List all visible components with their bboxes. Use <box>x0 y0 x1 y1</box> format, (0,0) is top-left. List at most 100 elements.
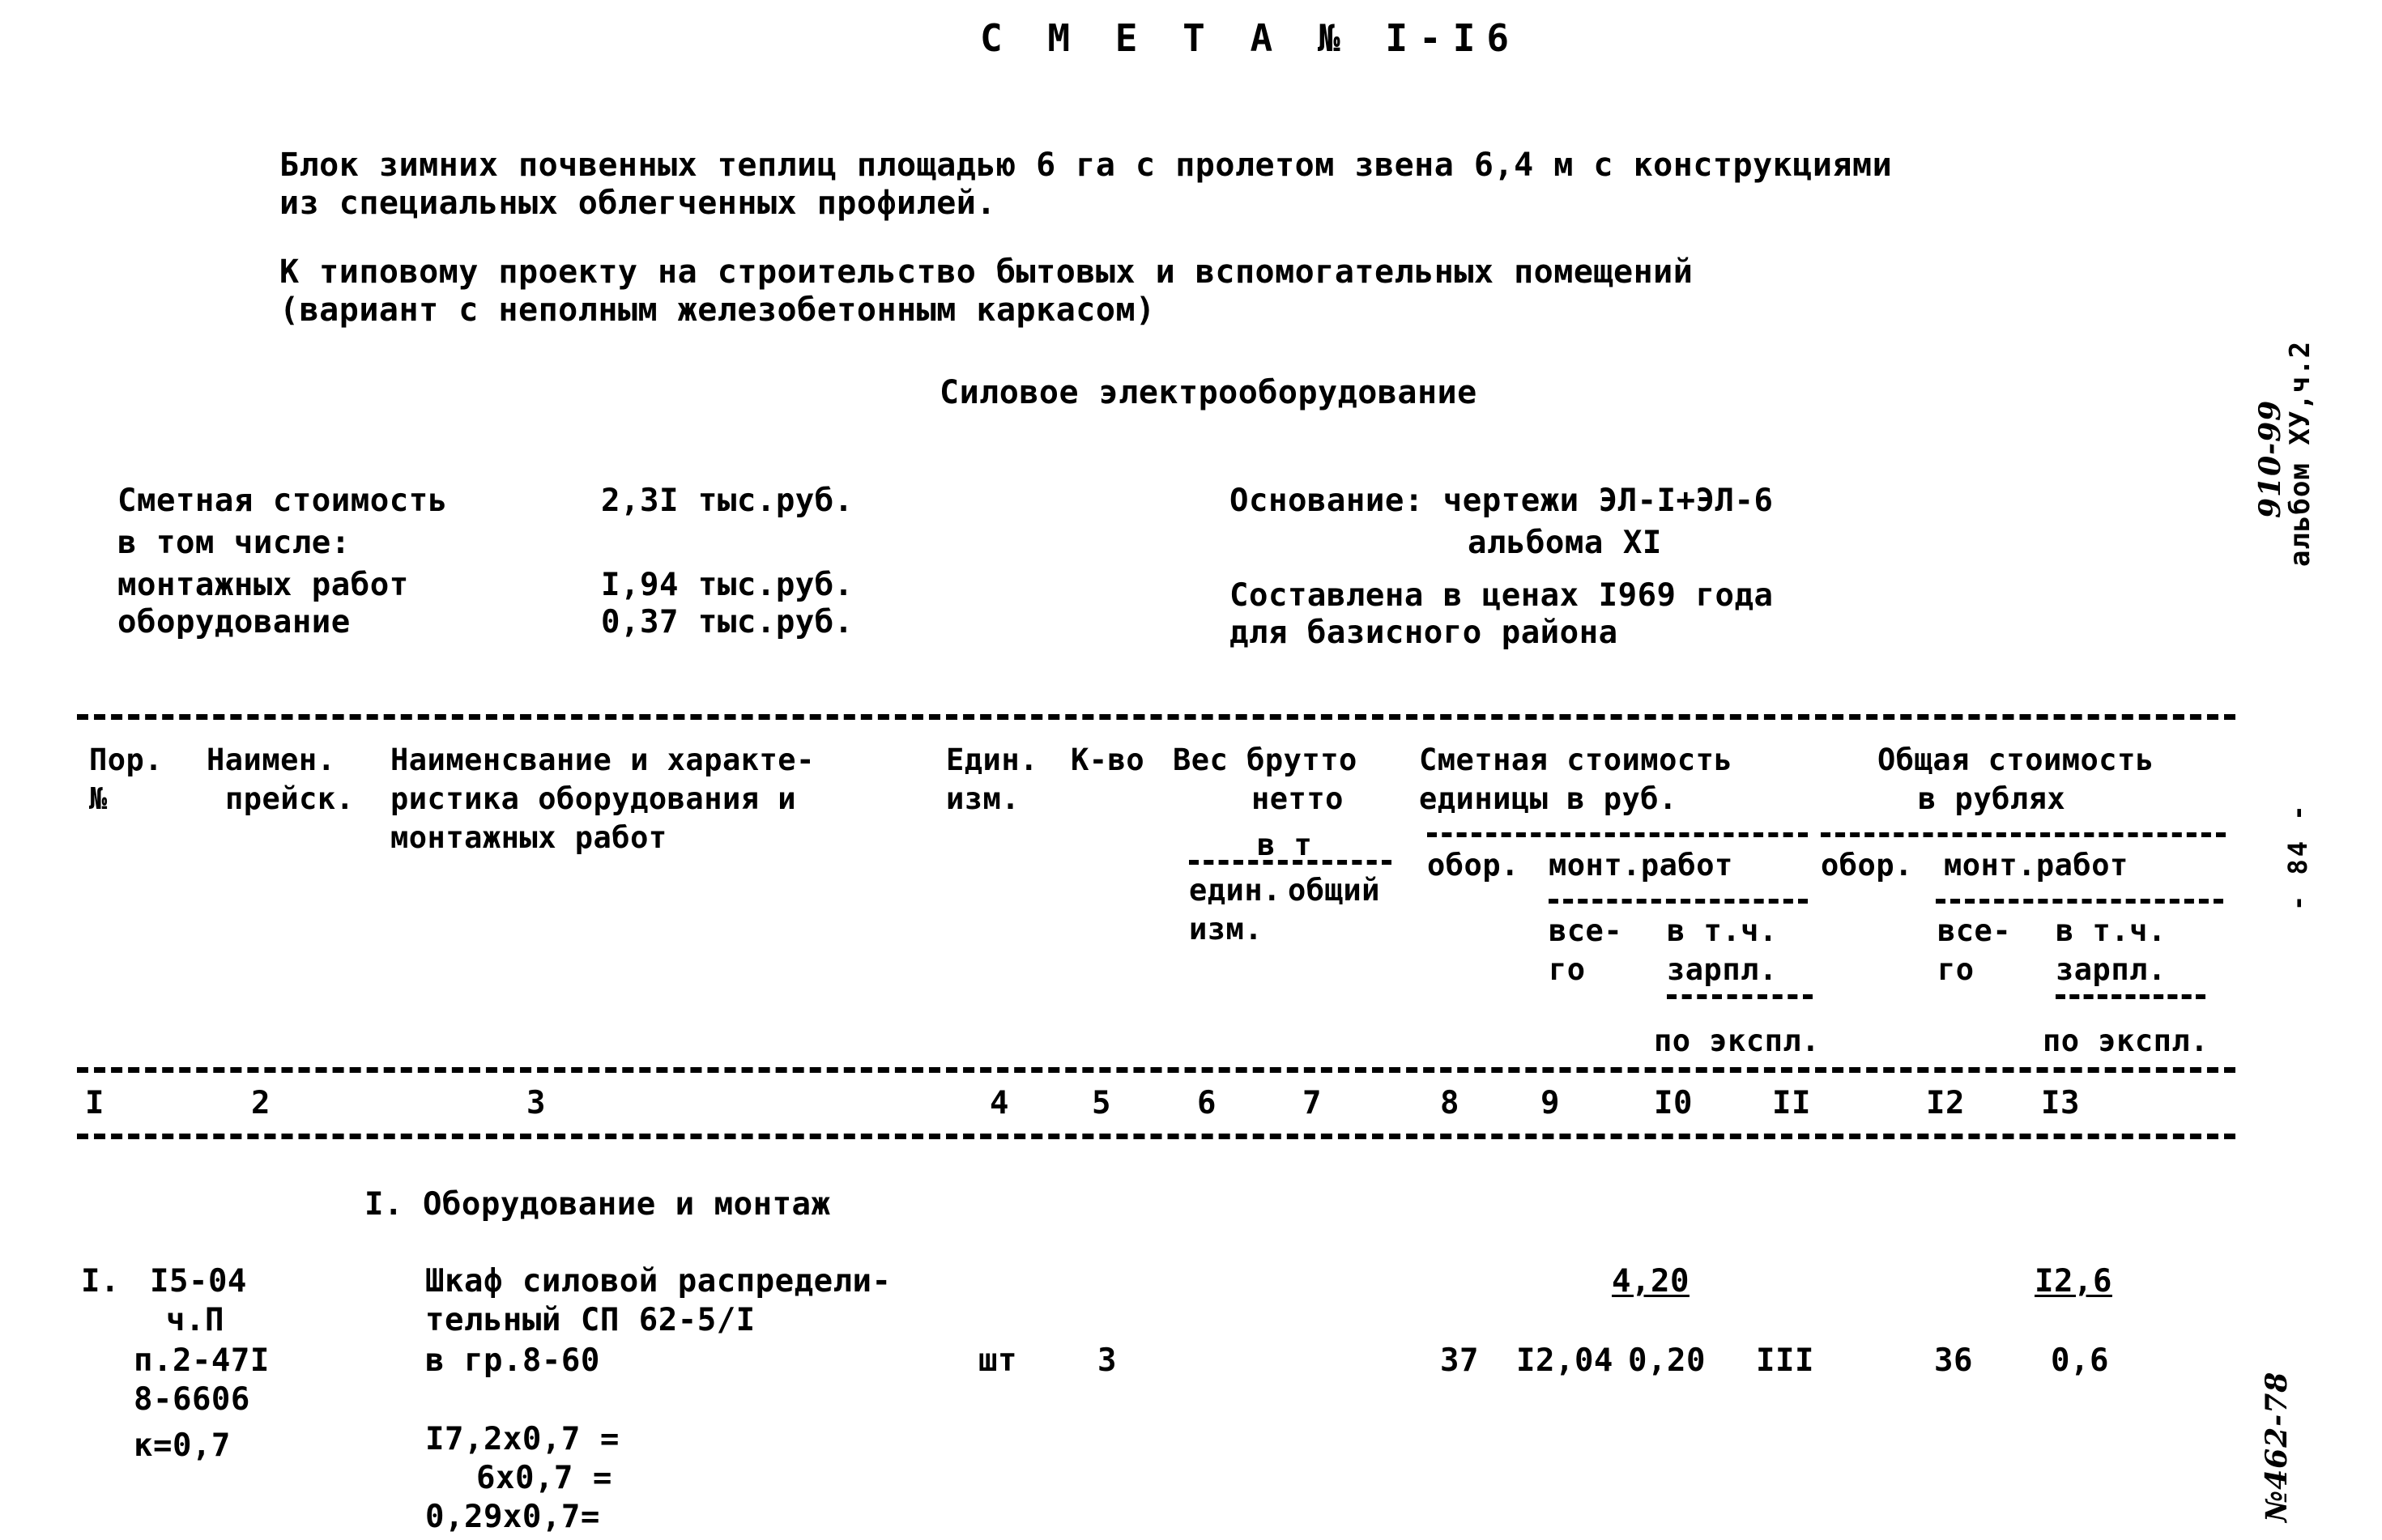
colnum-1: I <box>85 1085 104 1121</box>
header-col3-line1: Наименсвание и характе- <box>390 742 815 777</box>
table-top-rule <box>77 714 2235 720</box>
header-unit-mont-rule <box>1549 899 1808 904</box>
header-col2-line1: Наимен. <box>207 742 336 777</box>
header-unit-cost-equip: обор. <box>1427 848 1519 883</box>
header-col5: К-во <box>1071 742 1145 777</box>
header-total-cost-all-2: го <box>1937 952 1975 987</box>
colnum-4: 4 <box>990 1085 1009 1121</box>
header-col6-line4: един. <box>1189 873 1281 908</box>
header-total-cost-all-1: все- <box>1937 913 2012 948</box>
cost-installation-label: монтажных работ <box>117 567 409 603</box>
row-unit: шт <box>978 1342 1017 1379</box>
document-page: С М Е Т А № I-I6 Блок зимних почвенных т… <box>0 0 2382 1540</box>
row-mont-unit-all-overvalue: 4,20 <box>1612 1263 1690 1300</box>
basis-line-1: Основание: чертежи ЭЛ-I+ЭЛ-6 <box>1229 483 1774 519</box>
project-line-1: К типовому проекту на строительство быто… <box>279 253 1694 291</box>
row-price-ref-1: I5-04 <box>150 1263 247 1300</box>
header-col1-line2: № <box>89 781 108 816</box>
margin-bottom-handwritten: №462-78 <box>2260 1371 2294 1522</box>
header-col6-line3: в т <box>1257 827 1313 862</box>
header-unit-cost-rule <box>1427 832 1808 837</box>
header-col6-line5: общий <box>1288 873 1380 908</box>
colnum-7: 7 <box>1302 1085 1322 1121</box>
header-col6-line6: изм. <box>1189 912 1263 947</box>
colnum-12: I2 <box>1926 1085 1965 1121</box>
colnum-3: 3 <box>526 1085 546 1121</box>
row-calc-1: I7,2x0,7 = <box>425 1421 620 1457</box>
cost-equipment-label: оборудование <box>117 604 351 640</box>
colnum-top-rule <box>77 1067 2235 1073</box>
cost-total-label: Сметная стоимость <box>117 483 448 519</box>
row-mont-unit-oper: III <box>1756 1342 1814 1379</box>
header-unit-cost-mont: монт.работ <box>1549 848 1733 883</box>
row-price-ref-3: п.2-47I <box>134 1342 270 1379</box>
header-col2-line2: прейск. <box>225 781 355 816</box>
header-col6-line1: Вес брутто <box>1173 742 1357 777</box>
header-col6-rule <box>1189 860 1391 865</box>
cost-total-value: 2,3I тыс.руб. <box>601 483 854 519</box>
cost-equipment-value: 0,37 тыс.руб. <box>601 604 854 640</box>
row-equip-total: 36 <box>1934 1342 1973 1379</box>
margin-album-handwritten: 910-99 <box>2253 399 2287 518</box>
cost-installation-value: I,94 тыс.руб. <box>601 567 854 603</box>
project-line-2: (вариант с неполным железобетонным карка… <box>279 291 1156 329</box>
colnum-bottom-rule <box>77 1134 2235 1139</box>
header-total-cost-title-1: Общая стоимость <box>1877 742 2154 777</box>
section-heading: I. Оборудование и монтаж <box>364 1186 831 1223</box>
header-unit-cost-all-2: го <box>1549 952 1586 987</box>
header-unit-cost-wage-2: зарпл. <box>1667 952 1778 987</box>
header-total-cost-title-2: в рублях <box>1918 781 2066 816</box>
header-total-cost-equip: обор. <box>1821 848 1913 883</box>
header-total-mont-rule <box>1936 899 2223 904</box>
margin-page-number: - 84 - <box>2282 802 2313 911</box>
colnum-6: 6 <box>1197 1085 1217 1121</box>
margin-album-note: альбом ХУ,ч.2 <box>2284 340 2316 567</box>
basis-line-4: для базисного района <box>1229 615 1618 651</box>
row-calc-3: 0,29x0,7= <box>425 1499 600 1535</box>
row-position-number: I. <box>81 1263 120 1300</box>
row-name-2: тельный СП 62-5/I <box>425 1302 756 1338</box>
row-mont-unit-wage: 0,20 <box>1628 1342 1706 1379</box>
colnum-2: 2 <box>251 1085 271 1121</box>
header-total-cost-rule <box>1821 832 2226 837</box>
basis-line-2: альбома XI <box>1468 525 1662 561</box>
header-col6-line2: нетто <box>1251 781 1344 816</box>
header-total-cost-mont: монт.работ <box>1944 848 2128 883</box>
colnum-11: II <box>1772 1085 1811 1121</box>
colnum-10: I0 <box>1654 1085 1693 1121</box>
row-mont-unit-all: I2,04 <box>1516 1342 1613 1379</box>
header-unit-cost-all-1: все- <box>1549 913 1623 948</box>
row-name-1: Шкаф силовой распредели- <box>425 1263 892 1300</box>
colnum-8: 8 <box>1440 1085 1459 1121</box>
header-total-cost-wage-2: зарпл. <box>2056 952 2167 987</box>
header-unit-cost-title-1: Сметная стоимость <box>1419 742 1733 777</box>
header-col4-line1: Един. <box>946 742 1038 777</box>
row-equip-unit-cost: 37 <box>1440 1342 1479 1379</box>
row-price-ref-2: ч.П <box>166 1302 224 1338</box>
header-total-oper-rule <box>2056 994 2205 999</box>
basis-line-3: Составлена в ценах I969 года <box>1229 577 1774 614</box>
section-subtitle: Силовое электрооборудование <box>940 374 1477 411</box>
colnum-5: 5 <box>1092 1085 1111 1121</box>
header-unit-oper-rule <box>1667 994 1813 999</box>
header-unit-cost-wage-1: в т.ч. <box>1667 913 1778 948</box>
page-title: С М Е Т А № I-I6 <box>980 16 1521 60</box>
header-col3-line3: монтажных работ <box>390 820 667 855</box>
intro-line-1: Блок зимних почвенных теплиц площадью 6 … <box>279 147 1893 184</box>
row-quantity: 3 <box>1097 1342 1117 1379</box>
header-unit-cost-title-2: единицы в руб. <box>1419 781 1677 816</box>
row-mont-total-wage: 0,6 <box>2051 1342 2109 1379</box>
row-calc-2: 6x0,7 = <box>476 1460 612 1496</box>
colnum-9: 9 <box>1540 1085 1560 1121</box>
header-col1-line1: Пор. <box>89 742 164 777</box>
header-total-cost-oper: по экспл. <box>2043 1023 2209 1058</box>
header-total-cost-wage-1: в т.ч. <box>2056 913 2167 948</box>
header-col4-line2: изм. <box>946 781 1021 816</box>
header-col3-line2: ристика оборудования и <box>390 781 797 816</box>
header-unit-cost-oper: по экспл. <box>1654 1023 1820 1058</box>
row-price-ref-5: к=0,7 <box>134 1427 231 1464</box>
cost-including-label: в том числе: <box>117 525 351 561</box>
intro-line-2: из специальных облегченных профилей. <box>279 185 996 222</box>
row-mont-total-overvalue: I2,6 <box>2035 1263 2112 1300</box>
colnum-13: I3 <box>2041 1085 2080 1121</box>
